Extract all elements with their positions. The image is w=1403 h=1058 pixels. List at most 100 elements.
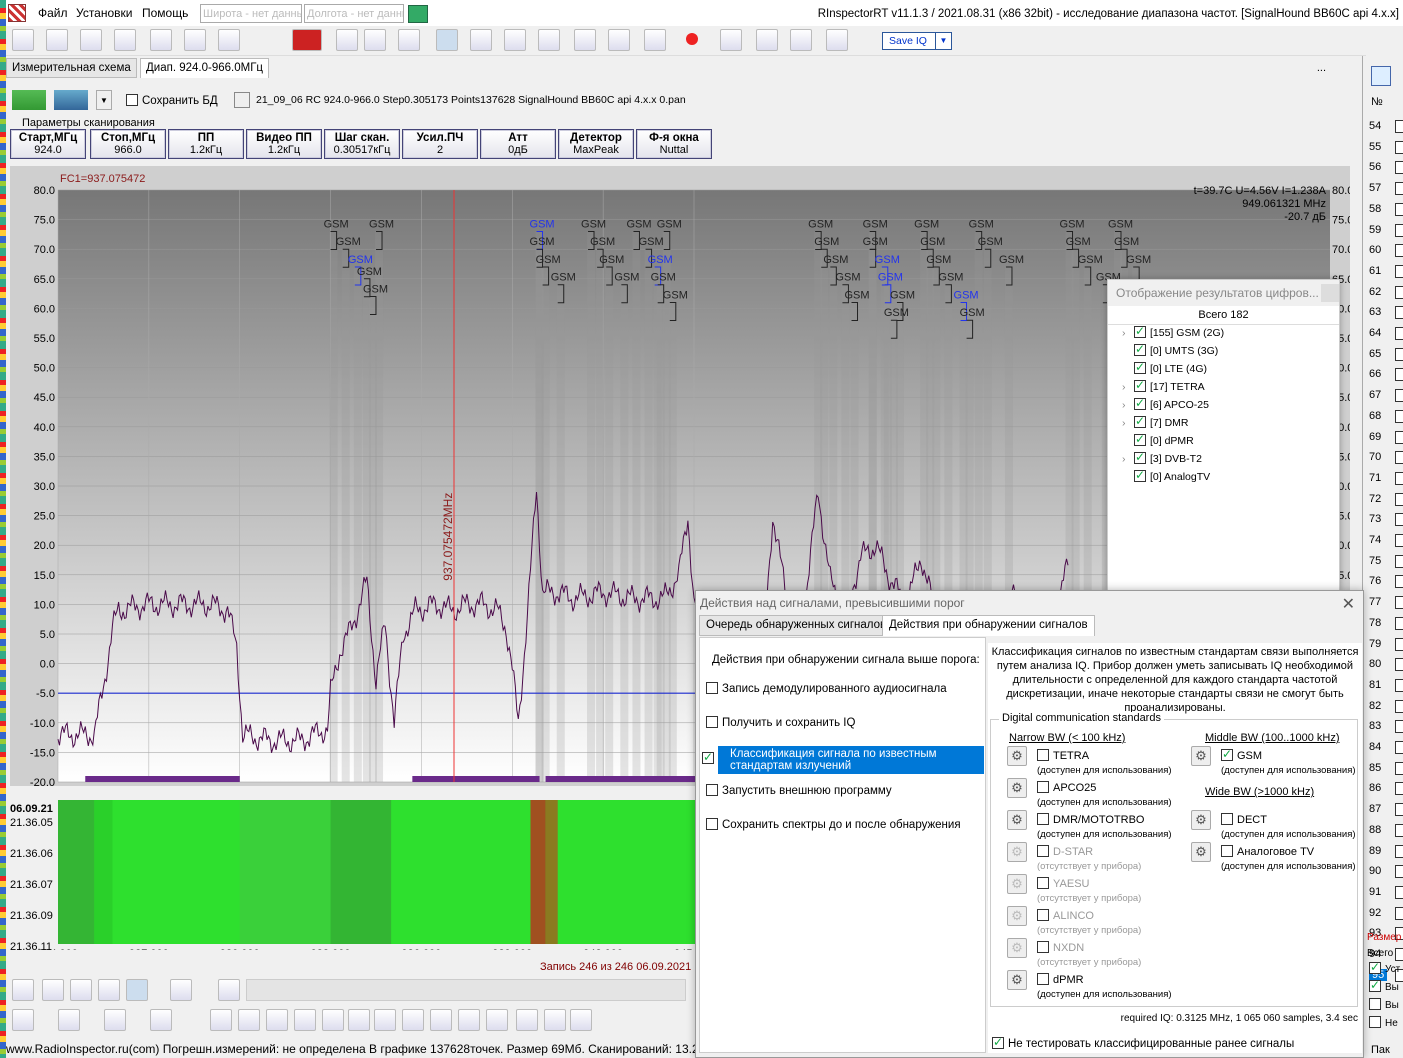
filter-icon[interactable] [402, 1009, 424, 1031]
trace-icon[interactable] [12, 1009, 34, 1031]
spectrum-icon[interactable] [150, 29, 172, 51]
save-db-checkbox[interactable]: Сохранить БД [126, 94, 218, 107]
gsm-label[interactable]: GSM [960, 307, 985, 319]
gsm-label[interactable]: GSM [336, 236, 361, 248]
gsm-label[interactable]: GSM [536, 254, 561, 266]
row-checkbox[interactable] [1395, 347, 1403, 361]
row-checkbox[interactable] [1395, 264, 1403, 278]
row-checkbox[interactable] [1395, 430, 1403, 444]
row-checkbox[interactable] [1395, 120, 1403, 133]
expand-icon[interactable]: › [1122, 453, 1134, 465]
gsm-label[interactable]: GSM [954, 289, 979, 301]
action-item[interactable]: Запустить внешнюю программу [706, 784, 984, 797]
tree-checkbox[interactable] [1134, 450, 1146, 464]
route-icon[interactable] [790, 29, 812, 51]
action-item[interactable]: Запись демодулированного аудиосигнала [706, 682, 984, 695]
action-item[interactable]: Сохранить спектры до и после обнаружения [706, 818, 984, 831]
param-button[interactable]: Усил.ПЧ 2 [402, 129, 478, 159]
row-checkbox[interactable] [1395, 906, 1403, 920]
row-checkbox[interactable] [1395, 161, 1403, 175]
gsm-label[interactable]: GSM [639, 236, 664, 248]
row-checkbox[interactable] [1395, 844, 1403, 858]
min-icon[interactable] [348, 1009, 370, 1031]
curve-icon[interactable] [238, 1009, 260, 1031]
row-checkbox[interactable] [1395, 223, 1403, 237]
gsm-label[interactable]: GSM [823, 254, 848, 266]
map-icon[interactable] [408, 5, 428, 23]
gsm-label[interactable]: GSM [348, 254, 373, 266]
row-checkbox[interactable] [1395, 182, 1403, 196]
row-checkbox[interactable] [1395, 389, 1403, 403]
gsm-label[interactable]: GSM [626, 218, 651, 230]
gear-icon[interactable]: ⚙ [1007, 746, 1027, 766]
row-checkbox[interactable] [1395, 451, 1403, 465]
gsm-label[interactable]: GSM [814, 236, 839, 248]
row-checkbox[interactable] [1395, 699, 1403, 713]
waterfall[interactable]: 06.09.21 21.36.05 21.36.06 21.36.07 21.36.09… [10, 800, 700, 950]
menu-settings[interactable]: Установки [76, 6, 132, 20]
gsm-label[interactable]: GSM [369, 218, 394, 230]
param-button[interactable]: Ф-я окна Nuttal [636, 129, 712, 159]
param-button[interactable]: Детектор MaxPeak [558, 129, 634, 159]
device-icon[interactable] [46, 29, 68, 51]
gsm-label[interactable]: GSM [863, 236, 888, 248]
dropdown-arrow-icon[interactable]: ▼ [935, 33, 951, 49]
tab-measurement-scheme[interactable]: Измерительная схема [6, 58, 137, 78]
matrix-icon[interactable] [720, 29, 742, 51]
play-icon[interactable] [644, 29, 666, 51]
expand-icon[interactable]: › [1122, 417, 1134, 429]
panel-option[interactable]: Вы [1369, 998, 1399, 1011]
row-checkbox[interactable] [1395, 575, 1403, 589]
record-icon[interactable] [686, 33, 698, 45]
gsm-label[interactable]: GSM [890, 289, 915, 301]
record-wave-icon[interactable] [292, 29, 322, 51]
panel-option[interactable]: Вы [1369, 978, 1399, 993]
history-scrollbar[interactable] [246, 979, 686, 1001]
3d-icon[interactable] [12, 979, 34, 1001]
gsm-label[interactable]: GSM [920, 236, 945, 248]
connect-icon[interactable] [80, 29, 102, 51]
param-button[interactable]: Стоп,МГц 966.0 [90, 129, 166, 159]
zoom-out-icon[interactable] [98, 979, 120, 1001]
param-button[interactable]: Атт 0дБ [480, 129, 556, 159]
gsm-label[interactable]: GSM [1066, 236, 1091, 248]
pages-icon[interactable] [470, 29, 492, 51]
longitude-field[interactable]: Долгота - нет данных [304, 4, 404, 23]
gsm-label[interactable]: GSM [530, 236, 555, 248]
row-checkbox[interactable] [1395, 368, 1403, 382]
gsm-label[interactable]: GSM [845, 289, 870, 301]
row-checkbox[interactable] [1395, 823, 1403, 837]
rewind-icon[interactable] [218, 979, 240, 1001]
cur-icon[interactable] [266, 1009, 288, 1031]
row-checkbox[interactable] [1395, 327, 1403, 340]
row-checkbox[interactable] [1395, 865, 1403, 879]
row-checkbox[interactable] [1395, 244, 1403, 258]
expand-icon[interactable]: › [1122, 327, 1134, 339]
gsm-label[interactable]: GSM [875, 254, 900, 266]
gsm-label[interactable]: GSM [863, 218, 888, 230]
antenna-panel-icon[interactable] [1371, 66, 1391, 86]
standard-tree-item[interactable]: ›[17] TETRA [1122, 378, 1205, 393]
chart-icon[interactable] [218, 29, 240, 51]
standard-tree-item[interactable]: [0] LTE (4G) [1122, 360, 1207, 375]
demod-icon[interactable] [364, 29, 386, 51]
scan-icon[interactable] [12, 90, 46, 110]
row-checkbox[interactable] [1395, 409, 1403, 423]
standard-tree-item[interactable]: [0] UMTS (3G) [1122, 342, 1218, 357]
param-button[interactable]: Видео ПП 1.2кГц [246, 129, 322, 159]
row-checkbox[interactable] [1395, 596, 1403, 610]
gsm-label[interactable]: GSM [1078, 254, 1103, 266]
row-checkbox[interactable] [1395, 803, 1403, 817]
list-icon[interactable] [114, 29, 136, 51]
panel-option[interactable]: Не [1369, 1016, 1398, 1029]
row-checkbox[interactable] [1395, 948, 1403, 961]
zoom-area-icon[interactable] [126, 979, 148, 1001]
gsm-label[interactable]: GSM [657, 218, 682, 230]
gsm-label[interactable]: GSM [938, 272, 963, 284]
row-checkbox[interactable] [1395, 741, 1403, 754]
aver-icon[interactable] [322, 1009, 344, 1031]
table-icon[interactable] [504, 29, 526, 51]
row-checkbox[interactable] [1395, 720, 1403, 734]
gsm-label[interactable]: GSM [884, 307, 909, 319]
settings-gear-icon[interactable] [12, 29, 34, 51]
